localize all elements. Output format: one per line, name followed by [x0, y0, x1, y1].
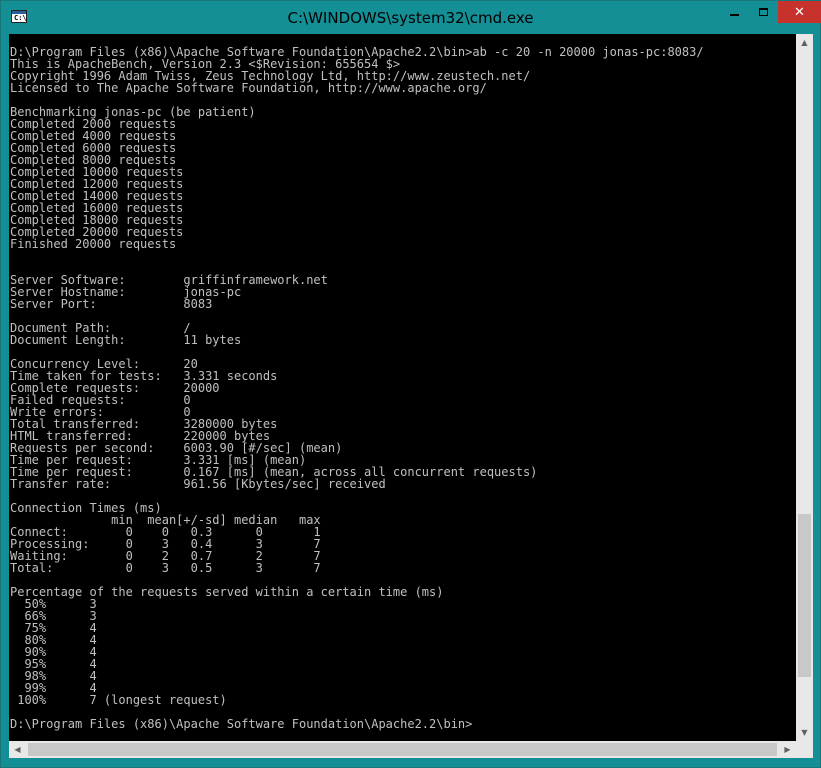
- console-line: 100% 7 (longest request): [10, 693, 227, 707]
- minimize-icon: [730, 14, 739, 16]
- close-button[interactable]: ✕: [778, 1, 821, 23]
- vertical-scroll-thumb[interactable]: [798, 514, 811, 677]
- maximize-button[interactable]: [749, 1, 778, 23]
- close-icon: ✕: [794, 4, 805, 20]
- scroll-right-icon[interactable]: ▶: [779, 741, 796, 758]
- console-line: Finished 20000 requests: [10, 237, 177, 251]
- title-bar[interactable]: C:\ C:\WINDOWS\system32\cmd.exe ✕: [1, 1, 821, 34]
- maximize-icon: [759, 8, 768, 16]
- vertical-scrollbar[interactable]: ▲ ▼: [796, 34, 813, 757]
- console-output[interactable]: D:\Program Files (x86)\Apache Software F…: [9, 34, 796, 757]
- minimize-button[interactable]: [720, 1, 749, 23]
- console-line: Document Length: 11 bytes: [10, 333, 242, 347]
- scroll-down-icon[interactable]: ▼: [796, 724, 813, 741]
- scrollbar-corner: [796, 741, 813, 758]
- console-line: Licensed to The Apache Software Foundati…: [10, 81, 487, 95]
- scroll-left-icon[interactable]: ◀: [9, 741, 26, 758]
- console-line: Transfer rate: 961.56 [Kbytes/sec] recei…: [10, 477, 386, 491]
- horizontal-scroll-thumb[interactable]: [28, 743, 777, 756]
- console-line: Total: 0 3 0.5 3 7: [10, 561, 321, 575]
- console-line: Server Port: 8083: [10, 297, 213, 311]
- scroll-up-icon[interactable]: ▲: [796, 34, 813, 51]
- horizontal-scrollbar[interactable]: ◀ ▶: [9, 741, 796, 758]
- console-line: D:\Program Files (x86)\Apache Software F…: [10, 717, 473, 731]
- window-title: C:\WINDOWS\system32\cmd.exe: [287, 9, 534, 27]
- cmd-window: C:\ C:\WINDOWS\system32\cmd.exe ✕ D:\Pro…: [0, 0, 821, 768]
